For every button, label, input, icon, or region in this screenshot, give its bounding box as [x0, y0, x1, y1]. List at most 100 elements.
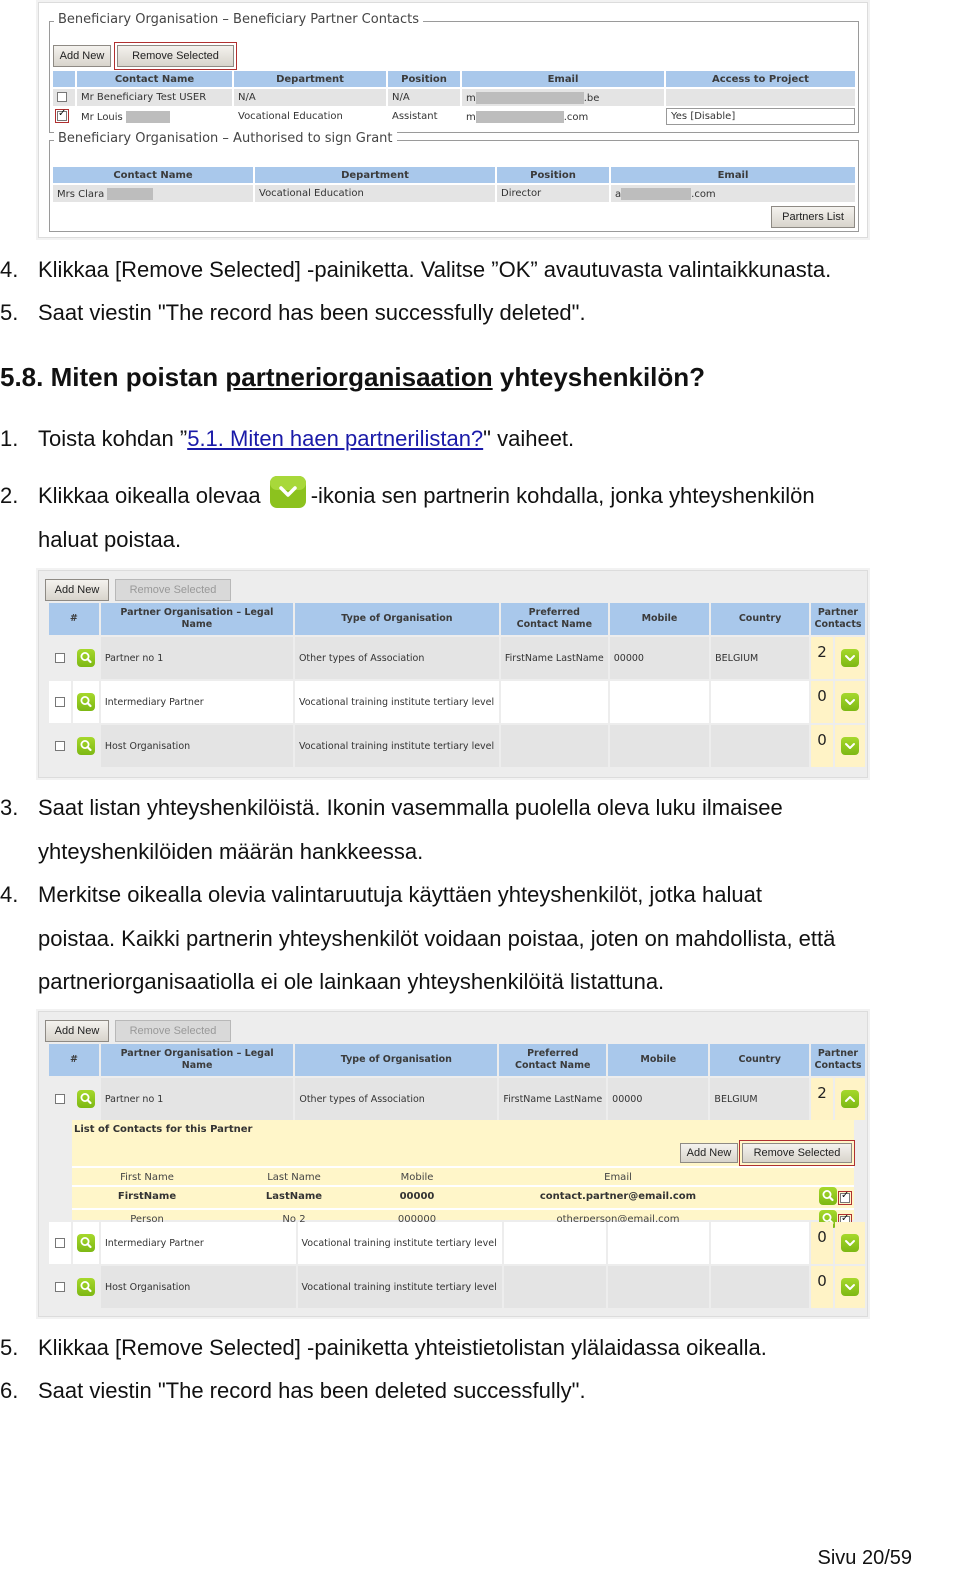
beneficiary-contacts-table: Contact Name Department Position Email A… — [51, 69, 857, 127]
col-email: Email — [611, 167, 855, 183]
preferred-contact — [500, 725, 608, 767]
step-3: 3. Saat listan yhteyshenkilöistä. Ikonin … — [0, 795, 783, 864]
screenshot-contacts-expanded: Add New Remove Selected # Partner Organi… — [38, 1011, 868, 1317]
redacted-block — [125, 110, 170, 123]
magnifier-icon[interactable] — [76, 649, 95, 667]
step-1: 1. Toista kohdan ”5.1. Miten haen partner… — [0, 426, 575, 451]
col-position: Position — [388, 71, 460, 87]
country: BELGIUM — [710, 1078, 809, 1120]
partner-name: Intermediary Partner — [100, 1222, 296, 1264]
contact-checkbox-checked[interactable] — [838, 1190, 852, 1205]
magnifier-icon[interactable] — [76, 737, 95, 755]
add-new-button[interactable]: Add New — [45, 1020, 109, 1042]
department: Vocational Education — [255, 185, 495, 202]
redacted-block — [475, 110, 564, 123]
country: BELGIUM — [711, 637, 809, 679]
col-preferred-contact: Preferred Contact Name — [500, 603, 608, 635]
magnifier-icon[interactable] — [76, 693, 95, 711]
redacted-block — [107, 187, 154, 200]
expand-chevron-icon[interactable] — [841, 1234, 860, 1252]
col-contact-name: Contact Name — [77, 71, 232, 87]
row-checkbox[interactable] — [54, 1094, 65, 1104]
remove-selected-button[interactable]: Remove Selected — [115, 579, 231, 601]
row-checkbox[interactable] — [57, 92, 67, 102]
contacts-sublist: List of Contacts for this Partner Add Ne… — [72, 1120, 855, 1228]
partner-name: Intermediary Partner — [100, 681, 293, 723]
table-header: Contact Name Department Position Email — [53, 167, 855, 183]
row-checkbox-checked[interactable] — [55, 108, 69, 123]
section-link[interactable]: 5.1. Miten haen partnerilistan? — [187, 426, 483, 451]
contact-name: Mr Beneficiary Test USER — [77, 89, 232, 106]
col-type: Type of Organisation — [294, 603, 499, 635]
table-header: # Partner Organisation – Legal Name Type … — [49, 1044, 865, 1076]
access[interactable]: Yes [Disable] — [666, 108, 855, 125]
col-mobile: Mobile — [609, 603, 710, 635]
step-4: 4. Klikkaa [Remove Selected] -painiketta.… — [0, 257, 832, 282]
partner-name: Partner no 1 — [100, 1078, 294, 1120]
contacts-count: 0 — [811, 1222, 834, 1264]
col-access: Access to Project — [666, 71, 855, 87]
contacts-count: 0 — [811, 1266, 834, 1308]
col-department: Department — [255, 167, 495, 183]
remove-selected-button[interactable]: Remove Selected — [114, 42, 237, 70]
first-name: FirstName — [117, 1191, 177, 1202]
col-mobile: Mobile — [608, 1044, 709, 1076]
col-legal-name: Partner Organisation – Legal Name — [100, 1044, 294, 1076]
magnifier-icon[interactable] — [76, 1090, 95, 1108]
row-checkbox[interactable] — [54, 1282, 65, 1292]
preferred-contact: FirstName LastName — [500, 637, 608, 679]
contacts-add-new-button[interactable]: Add New — [680, 1143, 738, 1163]
mobile — [609, 725, 710, 767]
col-contact-name: Contact Name — [53, 167, 253, 183]
row-checkbox[interactable] — [54, 653, 65, 663]
table-row: Host Organisation Vocational training in… — [49, 725, 865, 767]
add-new-button[interactable]: Add New — [45, 579, 109, 601]
magnifier-icon[interactable] — [819, 1187, 837, 1205]
table-header: Contact Name Department Position Email A… — [53, 71, 855, 87]
magnifier-icon[interactable] — [76, 1234, 95, 1252]
row-checkbox[interactable] — [54, 741, 65, 751]
col-partner-contacts: Partner Contacts — [811, 1044, 865, 1076]
expand-chevron-icon[interactable] — [840, 649, 859, 667]
mobile: 00000 — [399, 1191, 435, 1202]
col-country: Country — [711, 603, 809, 635]
partner-name: Partner no 1 — [100, 637, 293, 679]
table-row: Mr Beneficiary Test USER N/A N/A m .be — [53, 89, 855, 106]
step-5: 5. Saat viestin "The record has been succ… — [0, 300, 586, 325]
fieldset-title: Beneficiary Organisation – Authorised to… — [54, 131, 397, 146]
department: N/A — [234, 89, 386, 106]
expand-chevron-icon — [269, 475, 307, 509]
mobile: 00000 — [608, 1078, 709, 1120]
country — [711, 681, 809, 723]
expand-chevron-icon[interactable] — [841, 1278, 860, 1296]
department: Vocational Education — [234, 108, 386, 125]
sublist-title: List of Contacts for this Partner — [74, 1124, 253, 1135]
contacts-count: 0 — [811, 681, 833, 723]
contacts-remove-selected-button[interactable]: Remove Selected — [739, 1140, 855, 1166]
row-checkbox[interactable] — [54, 1238, 65, 1248]
step-4b: 4. Merkitse oikealla olevia valintaruutuj… — [0, 882, 836, 994]
col-hash: # — [49, 603, 99, 635]
contacts-count: 0 — [811, 725, 833, 767]
remove-selected-button[interactable]: Remove Selected — [115, 1020, 231, 1042]
magnifier-icon[interactable] — [76, 1278, 95, 1296]
access — [666, 89, 855, 106]
table-header: # Partner Organisation – Legal Name Type … — [49, 603, 865, 635]
partner-name: Host Organisation — [100, 1266, 296, 1308]
col-legal-name: Partner Organisation – Legal Name — [100, 603, 293, 635]
position: Assistant — [388, 108, 460, 125]
expand-chevron-icon[interactable] — [840, 693, 859, 711]
collapse-chevron-icon[interactable] — [840, 1090, 859, 1108]
screenshot-partner-list: Add New Remove Selected # Partner Organi… — [38, 570, 868, 778]
add-new-button[interactable]: Add New — [53, 45, 111, 67]
partners-list-button[interactable]: Partners List — [771, 206, 855, 228]
table-row: Intermediary Partner Vocational training… — [49, 1222, 865, 1264]
contact-name: Mr Louis — [77, 108, 232, 125]
step-5b: 5. Klikkaa [Remove Selected] -painiketta … — [0, 1335, 767, 1360]
partner-name: Host Organisation — [100, 725, 293, 767]
row-checkbox[interactable] — [54, 697, 65, 707]
expand-chevron-icon[interactable] — [840, 737, 859, 755]
partner-type: Vocational training institute tertiary l… — [294, 725, 499, 767]
partner-table: # Partner Organisation – Legal Name Type … — [47, 601, 867, 769]
section-heading: 5.8. Miten poistan partneriorganisaation… — [0, 362, 706, 392]
